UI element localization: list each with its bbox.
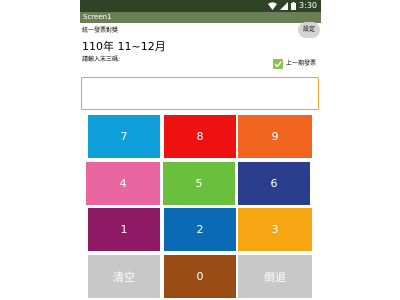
key-label: 3 bbox=[271, 223, 279, 236]
input-prompt: 請輸入末三碼: bbox=[82, 56, 121, 63]
key-7[interactable]: 7 bbox=[88, 115, 160, 158]
key-label: 倒退 bbox=[264, 270, 286, 284]
backspace-button[interactable]: 倒退 bbox=[238, 255, 312, 298]
key-label: 9 bbox=[271, 130, 279, 143]
battery-icon bbox=[291, 2, 297, 10]
key-label: 7 bbox=[120, 130, 128, 143]
key-4[interactable]: 4 bbox=[86, 162, 160, 205]
key-2[interactable]: 2 bbox=[164, 208, 236, 251]
key-0[interactable]: 0 bbox=[164, 255, 236, 298]
app-screen: 3:30 Screen1 統一發票對獎 設定 110年 11~12月 請輸入末三… bbox=[80, 0, 321, 300]
key-label: 1 bbox=[120, 223, 128, 236]
invoice-period: 110年 11~12月 bbox=[82, 40, 166, 53]
previous-period-checkbox[interactable]: 上一期發票 bbox=[273, 59, 316, 69]
app-name-label: 統一發票對獎 bbox=[82, 27, 119, 34]
checkbox-label: 上一期發票 bbox=[286, 60, 317, 67]
key-9[interactable]: 9 bbox=[238, 115, 312, 158]
settings-button[interactable]: 設定 bbox=[298, 22, 320, 38]
key-label: 5 bbox=[195, 177, 203, 190]
screen-title: Screen1 bbox=[83, 13, 112, 21]
key-label: 2 bbox=[196, 223, 204, 236]
number-input[interactable] bbox=[81, 77, 319, 110]
clear-button[interactable]: 清空 bbox=[88, 255, 160, 298]
key-8[interactable]: 8 bbox=[164, 115, 236, 158]
checkbox-checked-icon[interactable] bbox=[273, 59, 283, 69]
key-label: 0 bbox=[196, 270, 204, 283]
key-label: 6 bbox=[270, 177, 278, 190]
signal-icon bbox=[280, 2, 289, 10]
status-time: 3:30 bbox=[299, 1, 317, 10]
key-label: 清空 bbox=[113, 270, 135, 284]
key-label: 8 bbox=[196, 130, 204, 143]
key-label: 4 bbox=[119, 177, 127, 190]
title-bar: Screen1 bbox=[80, 12, 321, 23]
key-6[interactable]: 6 bbox=[238, 162, 310, 205]
status-bar: 3:30 bbox=[80, 0, 321, 12]
wifi-icon bbox=[268, 2, 278, 10]
key-3[interactable]: 3 bbox=[238, 208, 312, 251]
key-5[interactable]: 5 bbox=[163, 162, 235, 205]
status-icons: 3:30 bbox=[268, 0, 317, 12]
key-1[interactable]: 1 bbox=[88, 208, 160, 251]
